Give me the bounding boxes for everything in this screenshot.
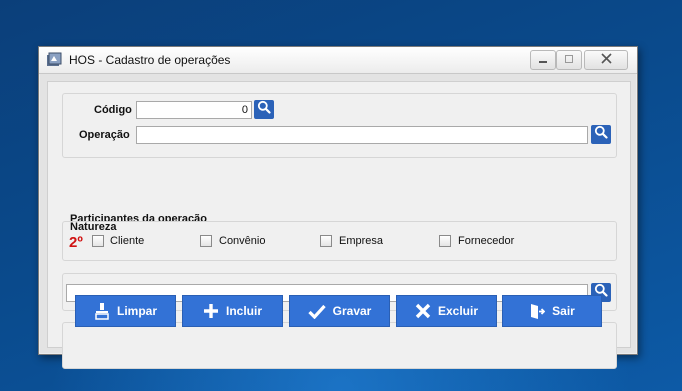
exit-door-icon (529, 303, 546, 320)
gravar-button[interactable]: Gravar (289, 295, 390, 327)
incluir-label: Incluir (225, 304, 262, 318)
search-icon (257, 100, 271, 119)
main-window: HOS - Cadastro de operações Código 0 Ope… (38, 46, 638, 369)
empresa-checkbox[interactable] (320, 235, 332, 247)
minimize-icon (538, 51, 548, 69)
convenio-label: Convênio (219, 235, 266, 247)
brush-icon (94, 302, 110, 320)
check-icon (308, 304, 326, 319)
natureza-title: Natureza (70, 221, 117, 233)
plus-icon (203, 303, 219, 319)
limpar-button[interactable]: Limpar (75, 295, 176, 327)
minimize-button[interactable] (530, 50, 556, 70)
operacao-input[interactable] (136, 126, 588, 144)
participantes-panel: 2º Cliente Convênio Empresa Fornecedor (62, 221, 617, 261)
cliente-label: Cliente (110, 235, 145, 247)
operacao-search-button[interactable] (591, 125, 611, 144)
sair-label: Sair (552, 304, 575, 318)
close-icon (600, 51, 612, 69)
window-title: HOS - Cadastro de operações (69, 53, 231, 67)
excluir-label: Excluir (437, 304, 479, 318)
maximize-button[interactable] (556, 50, 582, 70)
fornecedor-checkbox[interactable] (439, 235, 451, 247)
fornecedor-label: Fornecedor (458, 235, 515, 247)
gravar-label: Gravar (332, 304, 372, 318)
empresa-label: Empresa (339, 235, 384, 247)
limpar-label: Limpar (116, 304, 157, 318)
x-icon (415, 303, 431, 319)
codigo-label: Código (94, 104, 132, 116)
maximize-icon (564, 51, 574, 69)
search-icon (594, 125, 608, 144)
codigo-input[interactable]: 0 (136, 101, 252, 119)
incluir-button[interactable]: Incluir (182, 295, 283, 327)
convenio-checkbox[interactable] (200, 235, 212, 247)
operacao-label: Operação (79, 129, 130, 141)
app-icon (46, 52, 62, 68)
codigo-search-button[interactable] (254, 100, 274, 119)
actions-panel (62, 322, 617, 369)
sair-button[interactable]: Sair (502, 295, 602, 327)
cliente-checkbox[interactable] (92, 235, 104, 247)
marker-2: 2º (69, 234, 83, 251)
close-button[interactable] (584, 50, 628, 70)
excluir-button[interactable]: Excluir (396, 295, 497, 327)
operation-panel: Código 0 Operação 1º (62, 93, 617, 158)
title-bar[interactable]: HOS - Cadastro de operações (39, 47, 637, 74)
